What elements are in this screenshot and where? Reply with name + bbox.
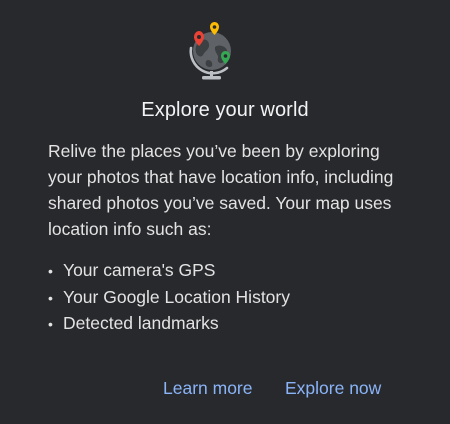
explore-now-button[interactable]: Explore now bbox=[285, 378, 381, 399]
explore-dialog: Explore your world Relive the places you… bbox=[0, 0, 450, 424]
location-sources-list: • Your camera's GPS • Your Google Locati… bbox=[48, 258, 290, 338]
list-item-label: Your camera's GPS bbox=[63, 260, 216, 280]
bullet-glyph: • bbox=[48, 316, 53, 332]
list-item: • Detected landmarks bbox=[48, 311, 290, 338]
dialog-description: Relive the places you’ve been by explori… bbox=[48, 141, 394, 239]
dialog-actions: Learn more Explore now bbox=[0, 378, 450, 402]
list-item: • Your Google Location History bbox=[48, 285, 290, 312]
globe-with-location-pins-icon bbox=[181, 20, 245, 84]
bullet-glyph: • bbox=[48, 289, 53, 306]
learn-more-button[interactable]: Learn more bbox=[163, 378, 253, 399]
dialog-title: Explore your world bbox=[141, 99, 309, 121]
list-item: • Your camera's GPS bbox=[48, 258, 290, 285]
list-item-label: Your Google Location History bbox=[63, 286, 290, 307]
bullet-glyph: • bbox=[48, 263, 53, 279]
list-item-label: Detected landmarks bbox=[63, 313, 219, 333]
